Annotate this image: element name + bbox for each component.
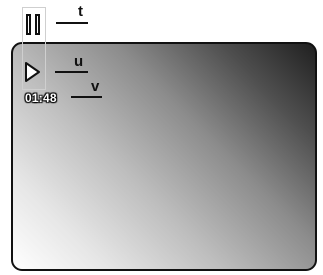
callout-label-u: u (74, 53, 84, 70)
display-screen (11, 42, 317, 271)
camera-display-diagram: 01:48 t u v (0, 0, 323, 275)
callout-label-v: v (91, 78, 100, 95)
pause-bar-left (26, 14, 31, 35)
elapsed-time: 01:48 (25, 91, 57, 105)
callout-line-u (55, 71, 88, 73)
callout-line-v (71, 96, 102, 98)
play-icon (25, 62, 40, 82)
callout-label-t: t (78, 3, 83, 20)
pause-bar-right (35, 14, 40, 35)
callout-line-t (56, 22, 88, 24)
